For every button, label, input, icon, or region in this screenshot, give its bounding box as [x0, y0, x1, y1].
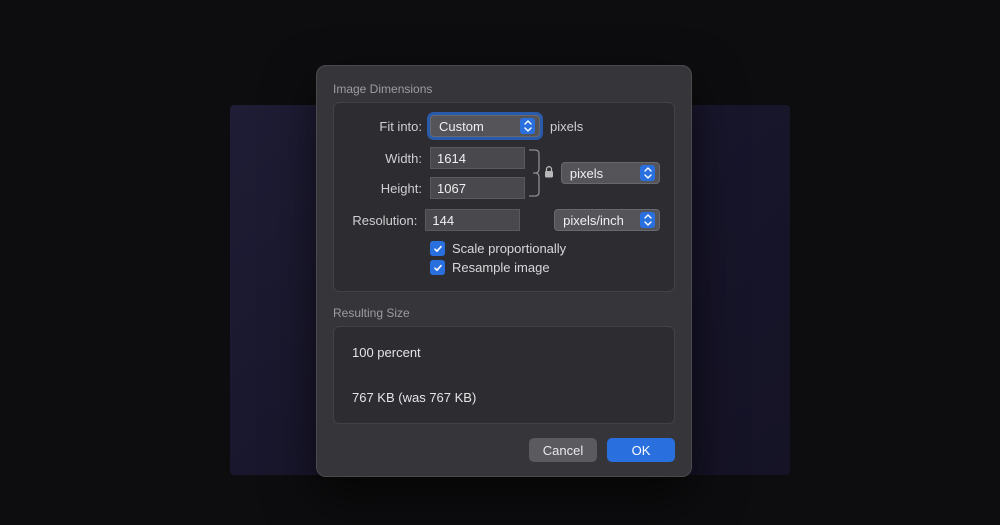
- cancel-button[interactable]: Cancel: [529, 438, 597, 462]
- height-label: Height:: [348, 181, 430, 196]
- link-bracket: [527, 147, 541, 199]
- width-input[interactable]: [430, 147, 525, 169]
- resolution-unit-select[interactable]: pixels/inch: [554, 209, 660, 231]
- fit-into-label: Fit into:: [348, 119, 430, 134]
- scale-proportionally-checkbox[interactable]: Scale proportionally: [430, 241, 660, 256]
- dialog-footer: Cancel OK: [333, 438, 675, 462]
- ok-button[interactable]: OK: [607, 438, 675, 462]
- fit-into-unit: pixels: [550, 119, 583, 134]
- width-label: Width:: [348, 151, 430, 166]
- dimension-unit-value: pixels: [570, 166, 603, 181]
- resolution-input[interactable]: [425, 209, 520, 231]
- updown-icon: [640, 165, 655, 181]
- lock-icon[interactable]: [543, 165, 555, 182]
- fit-into-select[interactable]: Custom: [430, 115, 540, 137]
- resulting-size-heading: Resulting Size: [333, 306, 675, 320]
- updown-icon: [520, 118, 535, 134]
- resample-image-checkbox[interactable]: Resample image: [430, 260, 660, 275]
- resolution-label: Resolution:: [348, 213, 425, 228]
- scale-proportionally-label: Scale proportionally: [452, 241, 566, 256]
- checkbox-checked-icon: [430, 260, 445, 275]
- dimension-unit-select[interactable]: pixels: [561, 162, 660, 184]
- resolution-unit-value: pixels/inch: [563, 213, 624, 228]
- checkbox-checked-icon: [430, 241, 445, 256]
- resulting-size-group: 100 percent 767 KB (was 767 KB): [333, 326, 675, 424]
- image-dimensions-heading: Image Dimensions: [333, 82, 675, 96]
- fit-into-value: Custom: [439, 119, 484, 134]
- updown-icon: [640, 212, 655, 228]
- height-input[interactable]: [430, 177, 525, 199]
- resample-image-label: Resample image: [452, 260, 550, 275]
- dimensions-group: Fit into: Custom pixels Width: Height:: [333, 102, 675, 292]
- result-filesize: 767 KB (was 767 KB): [352, 390, 656, 405]
- result-percent: 100 percent: [352, 345, 656, 360]
- resize-dialog: Image Dimensions Fit into: Custom pixels…: [316, 65, 692, 477]
